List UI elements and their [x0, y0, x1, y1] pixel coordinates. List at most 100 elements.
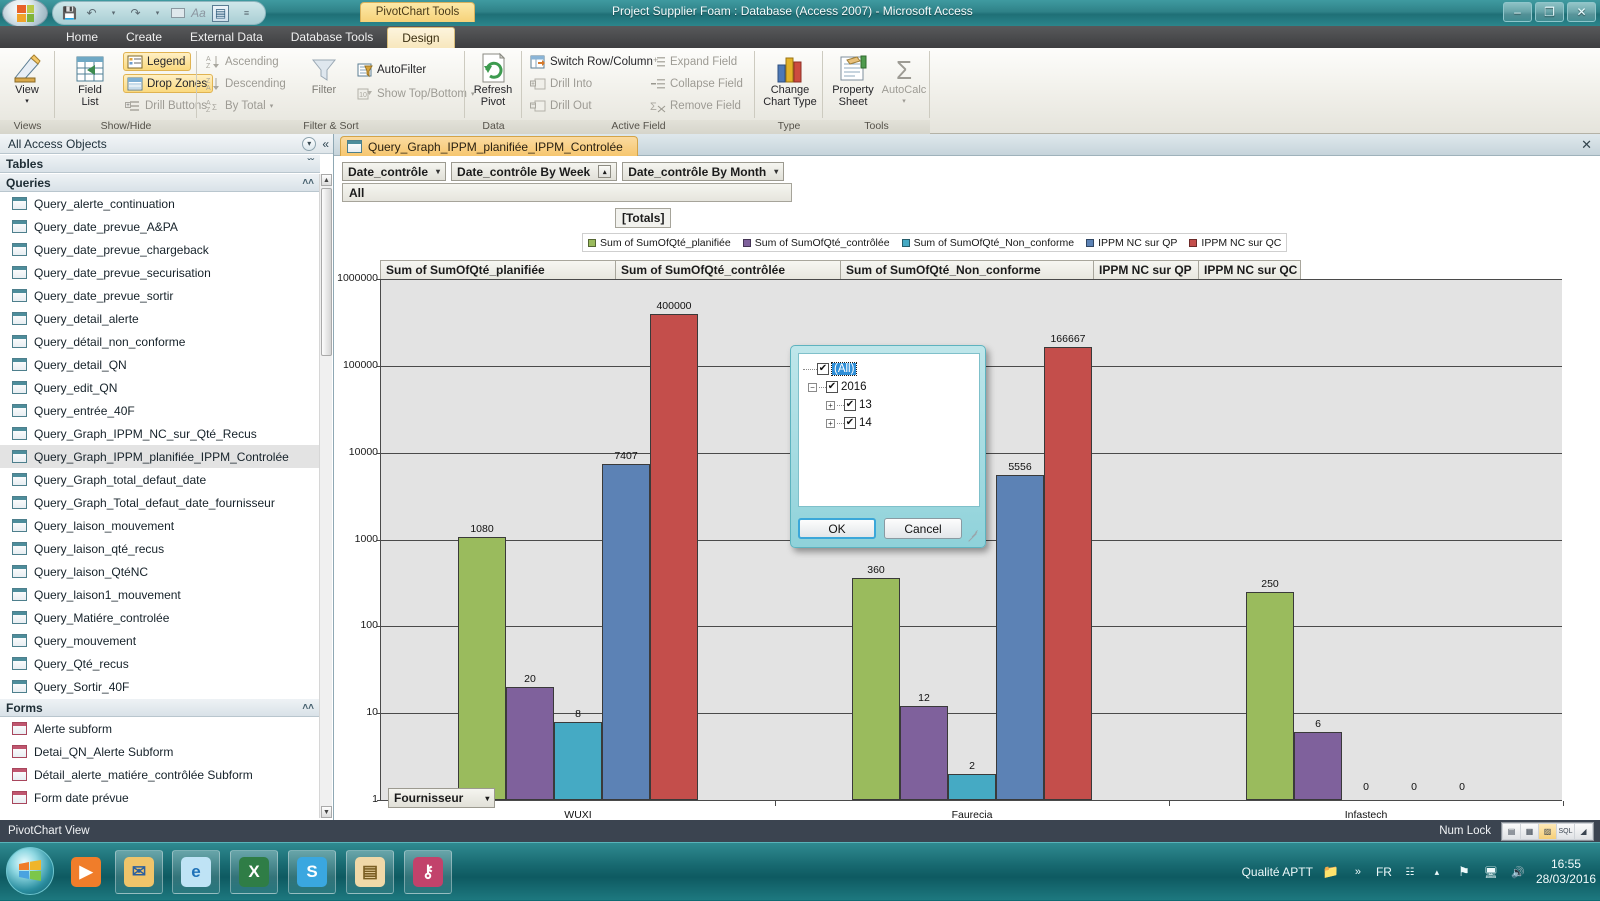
nav-item[interactable]: Form date prévue [0, 786, 320, 809]
chevron-down-icon[interactable]: ▾ [485, 794, 489, 803]
nav-item[interactable]: Query_edit_QN [0, 376, 320, 399]
nav-item[interactable]: Query_Qté_recus [0, 652, 320, 675]
chevron-up-icon[interactable]: ▴ [598, 165, 612, 178]
chevron-down-icon[interactable]: ▾ [436, 167, 440, 176]
window-icon[interactable] [171, 8, 185, 18]
action-center-flag-icon[interactable]: ⚑ [1455, 863, 1473, 881]
nav-item[interactable]: Query_Graph_IPPM_NC_sur_Qté_Recus [0, 422, 320, 445]
filter-dropdown-popup[interactable]: ✔ (All) − ✔ 2016 + ✔ 13 + ✔ 14 OK Cancel [790, 345, 986, 548]
save-icon[interactable]: 💾 [61, 5, 78, 22]
nav-item[interactable]: Query_Graph_Total_defaut_date_fournisseu… [0, 491, 320, 514]
font-icon[interactable]: Aa [190, 5, 207, 22]
series-column-header[interactable]: Sum of SumOfQté_Non_conforme [840, 260, 1093, 280]
nav-item[interactable]: Query_entrée_40F [0, 399, 320, 422]
datasheet-view-button[interactable]: ▤ [1503, 823, 1520, 839]
change-chart-type-button[interactable]: Change Chart Type [760, 50, 820, 108]
tab-database-tools[interactable]: Database Tools [277, 27, 388, 48]
series-column-header[interactable]: Sum of SumOfQté_contrôlée [615, 260, 840, 280]
collapse-icon[interactable]: − [808, 382, 817, 392]
chart-bar[interactable] [554, 721, 602, 800]
filter-tree-list[interactable]: ✔ (All) − ✔ 2016 + ✔ 13 + ✔ 14 [798, 353, 980, 507]
nav-item[interactable]: Query_date_prevue_securisation [0, 261, 320, 284]
nav-item[interactable]: Alerte subform [0, 717, 320, 740]
scroll-up-icon[interactable]: ▲ [321, 174, 332, 186]
legend-item[interactable]: IPPM NC sur QC [1189, 237, 1281, 249]
close-button[interactable]: ✕ [1567, 2, 1596, 22]
nav-item[interactable]: Query_laison_QtéNC [0, 560, 320, 583]
nav-item[interactable]: Query_laison_mouvement [0, 514, 320, 537]
undo-icon[interactable]: ↶ [83, 5, 100, 22]
volume-muted-icon[interactable]: 🔊 [1509, 863, 1527, 881]
nav-item[interactable]: Query_laison_qté_recus [0, 537, 320, 560]
nav-item[interactable]: Detai_QN_Alerte Subform [0, 740, 320, 763]
legend-item[interactable]: IPPM NC sur QP [1086, 237, 1177, 249]
taskbar-item-explorer[interactable]: ▤ [346, 850, 394, 894]
nav-item[interactable]: Query_date_prevue_chargeback [0, 238, 320, 261]
document-tab-query[interactable]: Query_Graph_IPPM_planifiée_IPPM_Controlé… [340, 136, 638, 156]
chart-bar[interactable] [602, 464, 650, 800]
nav-item[interactable]: Query_alerte_continuation [0, 192, 320, 215]
chevron-down-icon[interactable]: ▾ [774, 167, 778, 176]
filter-tree-item[interactable]: + ✔ 13 [803, 396, 975, 414]
series-column-header[interactable]: Sum of SumOfQté_planifiée [380, 260, 615, 280]
nav-item[interactable]: Query_Matiére_controlée [0, 606, 320, 629]
legend-item[interactable]: Sum of SumOfQté_contrôlée [742, 237, 890, 249]
nav-item[interactable]: Query_date_prevue_A&PA [0, 215, 320, 238]
taskbar-item-internet-explorer[interactable]: e [172, 850, 220, 894]
field-list-button[interactable]: Field List [61, 50, 119, 108]
nav-item[interactable]: Query_mouvement [0, 629, 320, 652]
chart-bar[interactable] [852, 578, 900, 800]
clock[interactable]: 16:55 28/03/2016 [1536, 857, 1596, 887]
series-column-header[interactable]: IPPM NC sur QC [1198, 260, 1301, 280]
filter-tree-item[interactable]: ✔ (All) [803, 360, 975, 378]
legend-toggle[interactable]: Legend [123, 52, 192, 71]
start-button[interactable] [6, 847, 54, 895]
taskbar-item-outlook[interactable]: ✉ [115, 850, 163, 894]
legend-item[interactable]: Sum of SumOfQté_Non_conforme [901, 237, 1074, 249]
restore-button[interactable]: ❐ [1535, 2, 1564, 22]
pivotchart-icon[interactable]: ▤ [212, 4, 229, 22]
tab-external-data[interactable]: External Data [176, 27, 277, 48]
checkbox-checked-icon[interactable]: ✔ [844, 417, 856, 429]
resize-grip-icon[interactable] [967, 528, 978, 542]
filter-tree-item[interactable]: + ✔ 14 [803, 414, 975, 432]
collapse-pane-icon[interactable]: « [322, 137, 329, 151]
language-indicator[interactable]: FR [1376, 865, 1392, 879]
tab-home[interactable]: Home [52, 27, 112, 48]
design-view-button[interactable]: ◢ [1575, 823, 1592, 839]
checkbox-checked-icon[interactable]: ✔ [817, 363, 829, 375]
chart-bar[interactable] [900, 706, 948, 800]
close-document-icon[interactable]: ✕ [1581, 137, 1592, 153]
property-sheet-button[interactable]: Property Sheet [825, 50, 881, 108]
tray-overflow-icon[interactable]: » [1349, 863, 1367, 881]
pivottable-view-button[interactable]: ▦ [1521, 823, 1538, 839]
cancel-button[interactable]: Cancel [884, 518, 962, 539]
nav-item[interactable]: Détail_alerte_matiére_contrôlée Subform [0, 763, 320, 786]
quick-access-toolbar[interactable]: 💾 ↶ ▾ ↷ ▾ Aa ▤ ≡ [52, 1, 266, 25]
scroll-down-icon[interactable]: ▼ [321, 806, 332, 818]
autofilter-button[interactable]: AutoFilter [357, 60, 426, 79]
nav-item[interactable]: Query_détail_non_conforme [0, 330, 320, 353]
chart-bar[interactable] [1044, 346, 1092, 800]
network-icon[interactable]: ☷ [1401, 863, 1419, 881]
expand-icon[interactable]: + [826, 418, 835, 428]
switch-row-column-button[interactable]: Switch Row/Column [530, 52, 653, 71]
office-button[interactable] [2, 0, 48, 28]
tab-design[interactable]: Design [387, 27, 455, 48]
minimize-button[interactable]: – [1503, 2, 1532, 22]
ok-button[interactable]: OK [798, 518, 876, 539]
nav-item[interactable]: Query_laison1_mouvement [0, 583, 320, 606]
display-icon[interactable]: 🖥 [1482, 863, 1500, 881]
chevron-icon[interactable]: ˇˇ [307, 158, 314, 169]
taskbar-item-windows-media-player[interactable]: ▶ [62, 850, 110, 894]
taskbar-item-skype[interactable]: S [288, 850, 336, 894]
undo-dropdown-icon[interactable]: ▾ [105, 5, 122, 22]
pivotchart-view-button[interactable]: ▨ [1539, 823, 1556, 839]
chart-bar[interactable] [996, 474, 1044, 800]
nav-group-header-queries[interactable]: Queries ˄˄ [0, 173, 320, 192]
legend-item[interactable]: Sum of SumOfQté_planifiée [588, 237, 731, 249]
checkbox-checked-icon[interactable]: ✔ [826, 381, 838, 393]
chart-bar[interactable] [1246, 591, 1294, 800]
filter-button[interactable]: Filter [295, 50, 353, 96]
field-date-controle-by-month[interactable]: Date_contrôle By Month ▾ [622, 162, 785, 181]
